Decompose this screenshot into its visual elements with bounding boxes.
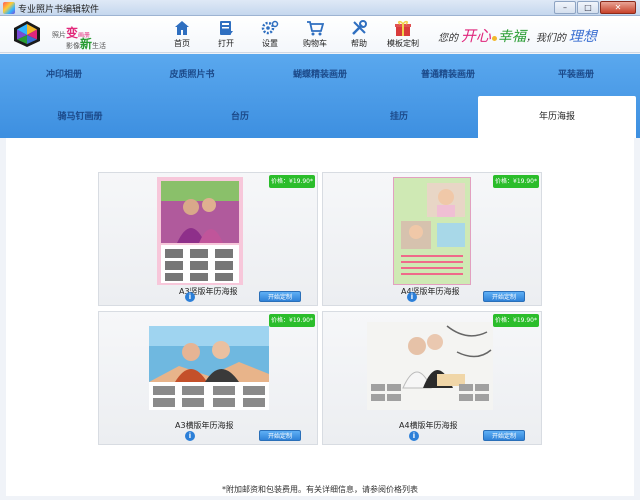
card-title: A4横版年历海报 — [399, 421, 458, 430]
toolbar-settings-button[interactable]: 设置 — [251, 19, 289, 52]
template-card[interactable]: 价格：¥19.90* A3横版年历海报 i 开始定制 — [98, 311, 318, 445]
minimize-button[interactable]: – — [554, 1, 576, 14]
title-bar: 专业照片书编辑软件 – □ ✕ — [0, 0, 640, 16]
card-title: A3横版年历海报 — [175, 421, 234, 430]
poster-thumbnail[interactable] — [157, 177, 243, 285]
info-icon[interactable]: i — [185, 292, 195, 302]
poster-thumbnail[interactable] — [149, 326, 269, 410]
slogan-text: 照片 — [52, 31, 66, 39]
slogan-right: 您的 开心 幸福，我们的 理想 — [438, 27, 597, 45]
slogan-text: 您的 — [438, 33, 458, 44]
toolbar-label: 模板定制 — [387, 39, 419, 48]
start-customize-button[interactable]: 开始定制 — [259, 430, 301, 441]
poster-thumbnail[interactable] — [367, 322, 493, 410]
toolbar-cart-button[interactable]: 购物车 — [296, 19, 334, 52]
help-icon — [352, 20, 367, 35]
tab-desk-calendar[interactable]: 台历 — [160, 96, 320, 138]
slogan-text: 新 — [80, 37, 93, 51]
home-icon — [175, 21, 189, 35]
tab-calendar-poster[interactable]: 年历海报 — [478, 96, 636, 138]
start-customize-button[interactable]: 开始定制 — [483, 291, 525, 302]
poster-thumbnail[interactable] — [393, 177, 471, 285]
tab-row-1: 冲印相册 皮质照片书 蝴蝶精装画册 普通精装画册 平装画册 — [0, 54, 640, 96]
slogan-text: 影像 — [66, 42, 80, 50]
template-card[interactable]: 价格：¥19.90* A3竖版年历海报 i 开始定制 — [98, 172, 318, 306]
slogan-text: 我们的 — [535, 33, 566, 44]
app-icon — [3, 2, 15, 14]
window-title: 专业照片书编辑软件 — [18, 5, 100, 15]
tab-butterfly-hardcover[interactable]: 蝴蝶精装画册 — [256, 54, 384, 96]
price-badge: 价格：¥19.90* — [269, 314, 315, 327]
toolbar-label: 购物车 — [303, 39, 327, 48]
toolbar-help-button[interactable]: 帮助 — [340, 19, 378, 52]
slogan-text: 理想 — [568, 29, 597, 45]
tab-leather-photobook[interactable]: 皮质照片书 — [128, 54, 256, 96]
category-tabs: 冲印相册 皮质照片书 蝴蝶精装画册 普通精装画册 平装画册 骑马钉画册 台历 挂… — [0, 54, 640, 138]
slogan-left: 照片变画册 影像新生活 — [46, 21, 146, 51]
window-controls: – □ ✕ — [553, 1, 636, 14]
open-icon — [220, 21, 233, 35]
info-icon[interactable]: i — [409, 431, 419, 441]
cart-icon — [307, 21, 324, 36]
toolbar-label: 设置 — [262, 39, 278, 48]
settings-icon — [261, 20, 279, 35]
slogan-text: 生活 — [92, 42, 107, 50]
info-icon[interactable]: i — [185, 431, 195, 441]
template-card[interactable]: 价格：¥19.90* A4横版年历海报 i 开始定制 — [322, 311, 542, 445]
slogan-text: 开心 — [460, 27, 491, 45]
toolbar: 照片变画册 影像新生活 首页 打开 设置 购物车 帮助 模板定制 您的 开心 幸福… — [0, 16, 640, 53]
template-gallery: 价格：¥19.90* A3竖版年历海报 i 开始定制 价格：¥19.90* A4… — [6, 138, 634, 496]
info-icon[interactable]: i — [407, 292, 417, 302]
price-badge: 价格：¥19.90* — [493, 314, 539, 327]
toolbar-label: 首页 — [174, 39, 190, 48]
tab-wall-calendar[interactable]: 挂历 — [320, 96, 478, 138]
tab-softcover[interactable]: 平装画册 — [512, 54, 640, 96]
toolbar-label: 打开 — [218, 39, 234, 48]
toolbar-home-button[interactable]: 首页 — [163, 19, 201, 52]
start-customize-button[interactable]: 开始定制 — [483, 430, 525, 441]
template-card[interactable]: 价格：¥19.90* A4竖版年历海报 i 开始定制 — [322, 172, 542, 306]
toolbar-label: 帮助 — [351, 39, 367, 48]
tab-saddle-stitch[interactable]: 骑马钉画册 — [0, 96, 160, 138]
start-customize-button[interactable]: 开始定制 — [259, 291, 301, 302]
price-badge: 价格：¥19.90* — [269, 175, 315, 188]
logo-icon — [14, 21, 40, 47]
slogan-text: 幸福 — [497, 29, 526, 45]
close-button[interactable]: ✕ — [600, 1, 636, 14]
maximize-button[interactable]: □ — [577, 1, 599, 14]
toolbar-open-button[interactable]: 打开 — [207, 19, 245, 52]
flower-icon — [491, 36, 497, 41]
price-badge: 价格：¥19.90* — [493, 175, 539, 188]
tab-row-2: 骑马钉画册 台历 挂历 年历海报 — [0, 96, 640, 138]
footer-note: *附加邮资和包装费用。有关详细信息，请参阅价格列表 — [222, 485, 418, 494]
toolbar-template-button[interactable]: 模板定制 — [382, 19, 424, 52]
tab-photo-album[interactable]: 冲印相册 — [0, 54, 128, 96]
gift-icon — [395, 20, 411, 36]
tab-regular-hardcover[interactable]: 普通精装画册 — [384, 54, 512, 96]
